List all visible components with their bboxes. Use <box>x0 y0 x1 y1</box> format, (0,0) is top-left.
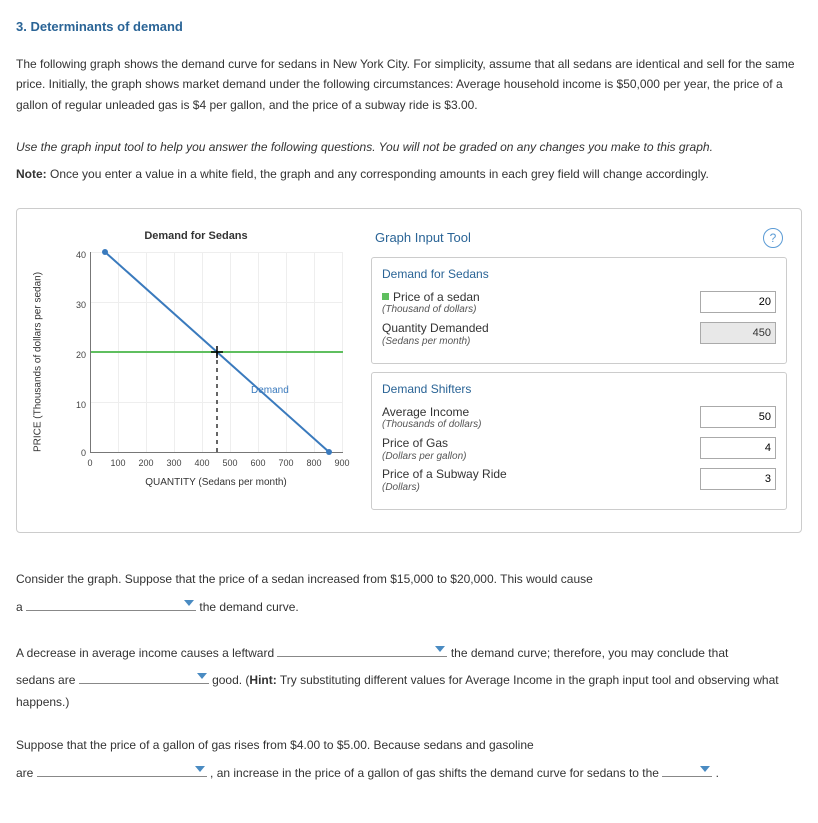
gas-sublabel: (Dollars per gallon) <box>382 451 692 463</box>
x-tick: 700 <box>276 456 296 471</box>
row-subway: Price of a Subway Ride (Dollars) <box>382 468 776 493</box>
qty-sublabel: (Sedans per month) <box>382 336 692 348</box>
x-tick: 400 <box>192 456 212 471</box>
q2-part-1a: A decrease in average income causes a le… <box>16 646 277 660</box>
q1: Consider the graph. Suppose that the pri… <box>16 569 802 618</box>
q2: A decrease in average income causes a le… <box>16 641 802 714</box>
x-tick: 300 <box>164 456 184 471</box>
questions: Consider the graph. Suppose that the pri… <box>16 569 802 784</box>
qty-label: Quantity Demanded <box>382 321 489 335</box>
q2-part-1b: the demand curve; therefore, you may con… <box>451 646 729 660</box>
y-tick: 10 <box>72 398 86 413</box>
intro-paragraph: The following graph shows the demand cur… <box>16 54 802 115</box>
chart-wrap[interactable]: PRICE (Thousands of dollars per sedan) 4… <box>42 252 350 472</box>
x-axis-label: QUANTITY (Sedans per month) <box>31 474 361 491</box>
x-tick: 200 <box>136 456 156 471</box>
q3-part-a: are <box>16 766 37 780</box>
q1-part-b: the demand curve. <box>199 600 298 614</box>
q3-dropdown-1[interactable] <box>37 761 207 777</box>
x-tick: 100 <box>108 456 128 471</box>
q1-dropdown[interactable] <box>26 595 196 611</box>
gas-label: Price of Gas <box>382 436 448 450</box>
y-tick: 30 <box>72 298 86 313</box>
tool-column: Graph Input Tool ? Demand for Sedans Pri… <box>371 227 787 518</box>
y-axis-label: PRICE (Thousands of dollars per sedan) <box>30 272 47 452</box>
panel-demand-title: Demand for Sedans <box>382 264 776 284</box>
chart-title: Demand for Sedans <box>31 227 361 246</box>
series-marker-icon <box>382 293 389 300</box>
row-quantity: Quantity Demanded (Sedans per month) <box>382 322 776 347</box>
panel-shifters: Demand Shifters Average Income (Thousand… <box>371 372 787 510</box>
row-price: Price of a sedan (Thousand of dollars) <box>382 291 776 316</box>
price-sublabel: (Thousand of dollars) <box>382 304 692 316</box>
demand-point <box>326 449 332 455</box>
q3-line1: Suppose that the price of a gallon of ga… <box>16 735 802 757</box>
panel-shifters-title: Demand Shifters <box>382 379 776 399</box>
q1-part-a: a <box>16 600 23 614</box>
panel-demand: Demand for Sedans Price of a sedan (Thou… <box>371 257 787 364</box>
instructions-note: Note: Once you enter a value in a white … <box>16 164 802 184</box>
qty-output <box>700 322 776 344</box>
y-tick: 20 <box>72 348 86 363</box>
income-label: Average Income <box>382 405 469 419</box>
q2-dropdown-1[interactable] <box>277 641 447 657</box>
help-icon[interactable]: ? <box>763 228 783 248</box>
x-tick: 900 <box>332 456 352 471</box>
income-sublabel: (Thousands of dollars) <box>382 419 692 431</box>
price-label: Price of a sedan <box>393 290 480 304</box>
demand-point <box>102 249 108 255</box>
price-input[interactable] <box>700 291 776 313</box>
question-heading: 3. Determinants of demand <box>16 16 802 38</box>
q1-line1: Consider the graph. Suppose that the pri… <box>16 569 802 591</box>
note-label: Note: <box>16 167 47 181</box>
plot-area[interactable]: Demand <box>90 252 343 453</box>
q3-part-b: , an increase in the price of a gallon o… <box>210 766 662 780</box>
q2-dropdown-2[interactable] <box>79 668 209 684</box>
chart-svg <box>91 252 343 452</box>
x-tick: 0 <box>80 456 100 471</box>
series-label: Demand <box>251 382 289 399</box>
q3: Suppose that the price of a gallon of ga… <box>16 735 802 784</box>
row-income: Average Income (Thousands of dollars) <box>382 406 776 431</box>
subway-label: Price of a Subway Ride <box>382 467 507 481</box>
q2-part-2b: good. ( <box>212 673 249 687</box>
hint-label: Hint: <box>249 673 276 687</box>
subway-input[interactable] <box>700 468 776 490</box>
instructions-use: Use the graph input tool to help you ans… <box>16 137 802 157</box>
instructions: Use the graph input tool to help you ans… <box>16 137 802 184</box>
income-input[interactable] <box>700 406 776 428</box>
q2-part-2a: sedans are <box>16 673 79 687</box>
q3-part-c: . <box>716 766 719 780</box>
work-area: Demand for Sedans PRICE (Thousands of do… <box>16 208 802 533</box>
x-tick: 600 <box>248 456 268 471</box>
q3-dropdown-2[interactable] <box>662 761 712 777</box>
y-tick: 40 <box>72 248 86 263</box>
subway-sublabel: (Dollars) <box>382 482 692 494</box>
note-text: Once you enter a value in a white field,… <box>47 167 709 181</box>
x-tick: 800 <box>304 456 324 471</box>
gas-input[interactable] <box>700 437 776 459</box>
x-tick: 500 <box>220 456 240 471</box>
tool-title: Graph Input Tool <box>375 227 471 249</box>
intro-text: The following graph shows the demand cur… <box>16 54 802 115</box>
chart-column: Demand for Sedans PRICE (Thousands of do… <box>31 227 361 518</box>
row-gas: Price of Gas (Dollars per gallon) <box>382 437 776 462</box>
